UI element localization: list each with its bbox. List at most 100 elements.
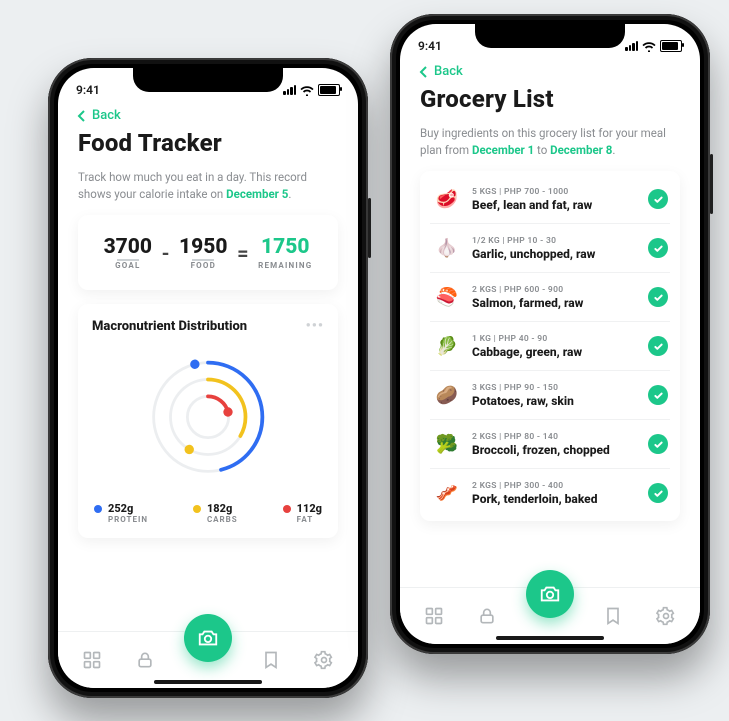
grocery-title: Salmon, farmed, raw (472, 296, 638, 310)
food-thumbnail: 🥔 (432, 380, 462, 410)
grocery-meta: 2 KGS | PHP 300 - 400 (472, 481, 638, 491)
camera-fab[interactable] (184, 614, 232, 662)
wifi-icon (642, 41, 656, 51)
grocery-meta: 3 KGS | PHP 90 - 150 (472, 383, 638, 393)
grocery-row[interactable]: 🥓 2 KGS | PHP 300 - 400Pork, tenderloin, … (430, 469, 670, 517)
tab-bookmark[interactable] (599, 602, 627, 630)
device-notch (475, 24, 625, 48)
grocery-row[interactable]: 🍣2 KGS | PHP 600 - 900Salmon, farmed, ra… (430, 273, 670, 322)
tab-home[interactable] (420, 602, 448, 630)
back-button[interactable]: Back (400, 60, 700, 83)
check-icon (653, 243, 664, 254)
grocery-title: Garlic, unchopped, raw (472, 247, 638, 261)
tab-bookmark[interactable] (257, 646, 285, 674)
page-title: Food Tracker (78, 129, 338, 157)
check-icon (653, 292, 664, 303)
grocery-row[interactable]: 🧄 1/2 KG | PHP 10 - 30Garlic, unchopped, … (430, 224, 670, 273)
gear-icon (656, 606, 676, 626)
check-icon (653, 488, 664, 499)
dot-icon (193, 505, 201, 513)
grocery-list-card: 🥩 5 KGS | PHP 700 - 1000Beef, lean and fa… (420, 171, 680, 521)
back-label: Back (434, 64, 463, 79)
food-thumbnail: 🥦 (432, 429, 462, 459)
back-label: Back (92, 108, 121, 123)
wifi-icon (300, 85, 314, 95)
dot-icon (283, 505, 291, 513)
check-toggle[interactable] (648, 483, 668, 503)
signal-icon (283, 85, 296, 95)
grocery-title: Potatoes, raw, skin (472, 394, 638, 408)
camera-fab[interactable] (526, 570, 574, 618)
grocery-row[interactable]: 🥔 3 KGS | PHP 90 - 150Potatoes, raw, skin (430, 371, 670, 420)
chevron-left-icon (418, 66, 430, 78)
check-icon (653, 341, 664, 352)
check-icon (653, 390, 664, 401)
back-button[interactable]: Back (58, 104, 358, 127)
food-thumbnail: 🥓 (432, 478, 462, 508)
tab-lock[interactable] (131, 646, 159, 674)
tab-home[interactable] (78, 646, 106, 674)
camera-icon (197, 627, 219, 649)
macronutrient-card: Macronutrient Distribution ••• (78, 304, 338, 538)
battery-icon (660, 40, 682, 52)
page-subtitle: Track how much you eat in a day. This re… (78, 169, 338, 204)
grocery-title: Pork, tenderloin, baked (472, 492, 638, 506)
gear-icon (314, 650, 334, 670)
grocery-meta: 5 KGS | PHP 700 - 1000 (472, 187, 638, 197)
grocery-meta: 1/2 KG | PHP 10 - 30 (472, 236, 638, 246)
grocery-title: Beef, lean and fat, raw (472, 198, 638, 212)
camera-icon (539, 583, 561, 605)
legend-protein: 252gPROTEIN (94, 502, 148, 524)
more-icon[interactable]: ••• (306, 318, 324, 334)
macronutrient-legend: 252gPROTEIN 182gCARBS 112gFAT (92, 492, 324, 524)
grid-icon (82, 650, 102, 670)
tab-settings[interactable] (310, 646, 338, 674)
minus-operator: - (162, 241, 170, 265)
lock-icon (135, 650, 155, 670)
calorie-summary-card: 3700 GOAL - 1950 FOOD = (78, 215, 338, 290)
check-toggle[interactable] (648, 238, 668, 258)
status-time: 9:41 (76, 83, 100, 97)
phone-grocery-list: 9:41 Back Grocery List (390, 14, 710, 654)
goal-segment: 3700 GOAL (98, 235, 158, 270)
dot-icon (94, 505, 102, 513)
signal-icon (625, 41, 638, 51)
check-icon (653, 439, 664, 450)
tab-settings[interactable] (652, 602, 680, 630)
grocery-title: Cabbage, green, raw (472, 345, 638, 359)
phone-food-tracker: 9:41 Back Food Tracker (48, 58, 368, 698)
grocery-row[interactable]: 🥩 5 KGS | PHP 700 - 1000Beef, lean and fa… (430, 175, 670, 224)
check-toggle[interactable] (648, 287, 668, 307)
home-indicator (154, 680, 262, 684)
grocery-meta: 1 KG | PHP 40 - 90 (472, 334, 638, 344)
grocery-row[interactable]: 🥦 2 KGS | PHP 80 - 140Broccoli, frozen, c… (430, 420, 670, 469)
bookmark-icon (261, 650, 281, 670)
food-thumbnail: 🥬 (432, 331, 462, 361)
check-toggle[interactable] (648, 189, 668, 209)
grid-icon (424, 606, 444, 626)
status-time: 9:41 (418, 39, 442, 53)
check-toggle[interactable] (648, 434, 668, 454)
tab-lock[interactable] (473, 602, 501, 630)
grocery-meta: 2 KGS | PHP 80 - 140 (472, 432, 638, 442)
battery-icon (318, 84, 340, 96)
check-toggle[interactable] (648, 336, 668, 356)
food-segment: 1950 FOOD (173, 235, 233, 270)
legend-carbs: 182gCARBS (193, 502, 238, 524)
home-indicator (496, 636, 604, 640)
remaining-segment: 1750 REMAINING (253, 235, 318, 270)
macronutrient-title: Macronutrient Distribution (92, 319, 247, 334)
food-thumbnail: 🧄 (432, 233, 462, 263)
macronutrient-chart (92, 342, 324, 492)
page-title: Grocery List (420, 85, 680, 113)
check-icon (653, 194, 664, 205)
check-toggle[interactable] (648, 385, 668, 405)
page-subtitle: Buy ingredients on this grocery list for… (420, 125, 680, 160)
food-thumbnail: 🥩 (432, 184, 462, 214)
legend-fat: 112gFAT (283, 502, 322, 524)
grocery-title: Broccoli, frozen, chopped (472, 443, 638, 457)
grocery-row[interactable]: 🥬 1 KG | PHP 40 - 90Cabbage, green, raw (430, 322, 670, 371)
lock-icon (477, 606, 497, 626)
device-notch (133, 68, 283, 92)
equals-operator: = (237, 241, 248, 265)
